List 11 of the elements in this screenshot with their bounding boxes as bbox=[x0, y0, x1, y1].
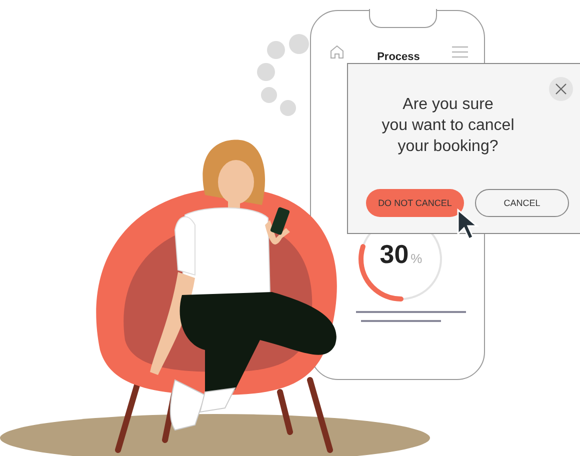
close-button[interactable] bbox=[549, 77, 573, 101]
loading-dots-icon bbox=[257, 34, 309, 116]
progress-value: 30 bbox=[380, 239, 409, 270]
dialog-message: Are you sure you want to cancel your booking? bbox=[380, 95, 516, 157]
do-not-cancel-button[interactable]: DO NOT CANCEL bbox=[366, 189, 464, 217]
screen-title: Process bbox=[377, 51, 420, 63]
cancel-button[interactable]: CANCEL bbox=[475, 189, 569, 217]
close-icon bbox=[555, 83, 567, 95]
menu-icon[interactable] bbox=[452, 46, 468, 58]
progress-unit: % bbox=[410, 251, 422, 266]
home-icon[interactable] bbox=[329, 44, 345, 60]
